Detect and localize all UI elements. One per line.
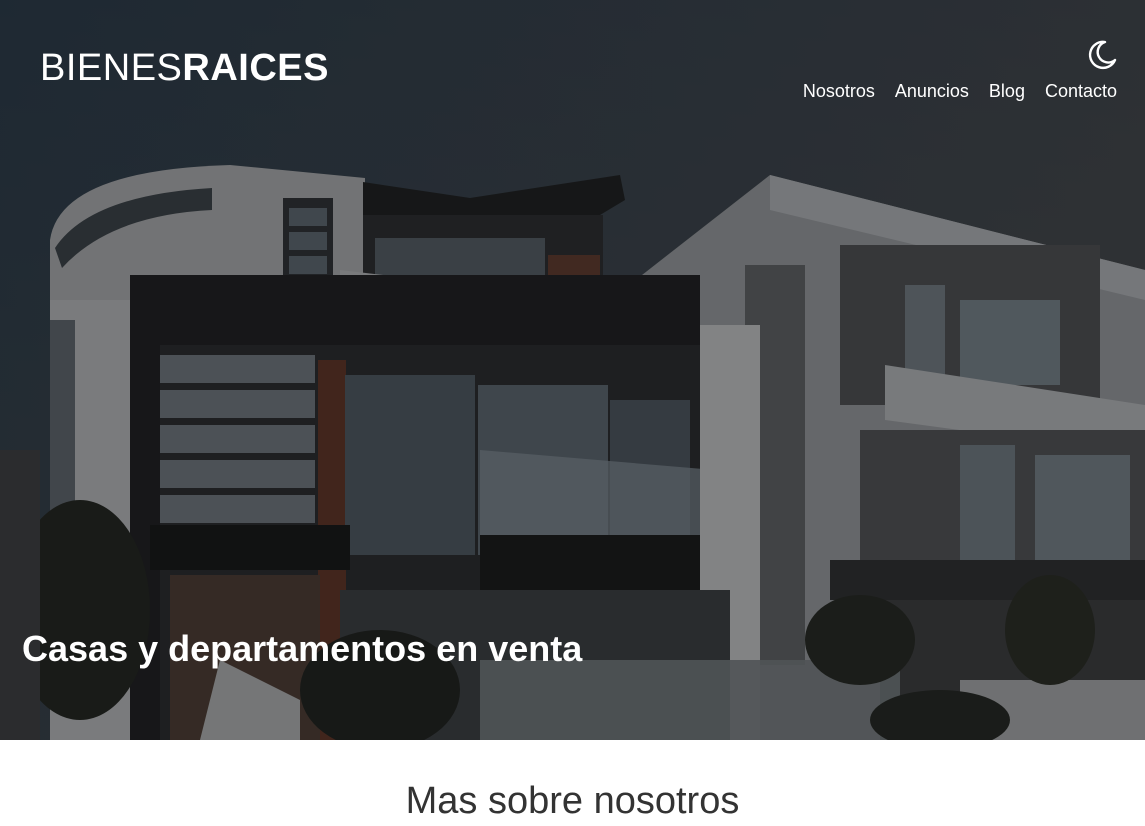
hero-title: Casas y departamentos en venta (22, 628, 583, 669)
logo-text-bold: RAICES (182, 47, 329, 89)
moon-icon (1088, 40, 1117, 70)
logo-text-light: BIENES (40, 47, 183, 89)
section-title-about: Mas sobre nosotros (405, 780, 740, 822)
site-logo[interactable]: BIENESRAICES (40, 46, 329, 90)
nav-link-nosotros[interactable]: Nosotros (803, 79, 875, 103)
main-navigation: Nosotros Anuncios Blog Contacto (803, 79, 1117, 103)
dark-mode-toggle[interactable] (1085, 38, 1119, 72)
hero-section: BIENESRAICES Nosotros Anuncios Blog Cont… (0, 0, 1145, 740)
nav-link-blog[interactable]: Blog (989, 79, 1025, 103)
nav-link-contacto[interactable]: Contacto (1045, 79, 1117, 103)
nav-link-anuncios[interactable]: Anuncios (895, 79, 969, 103)
